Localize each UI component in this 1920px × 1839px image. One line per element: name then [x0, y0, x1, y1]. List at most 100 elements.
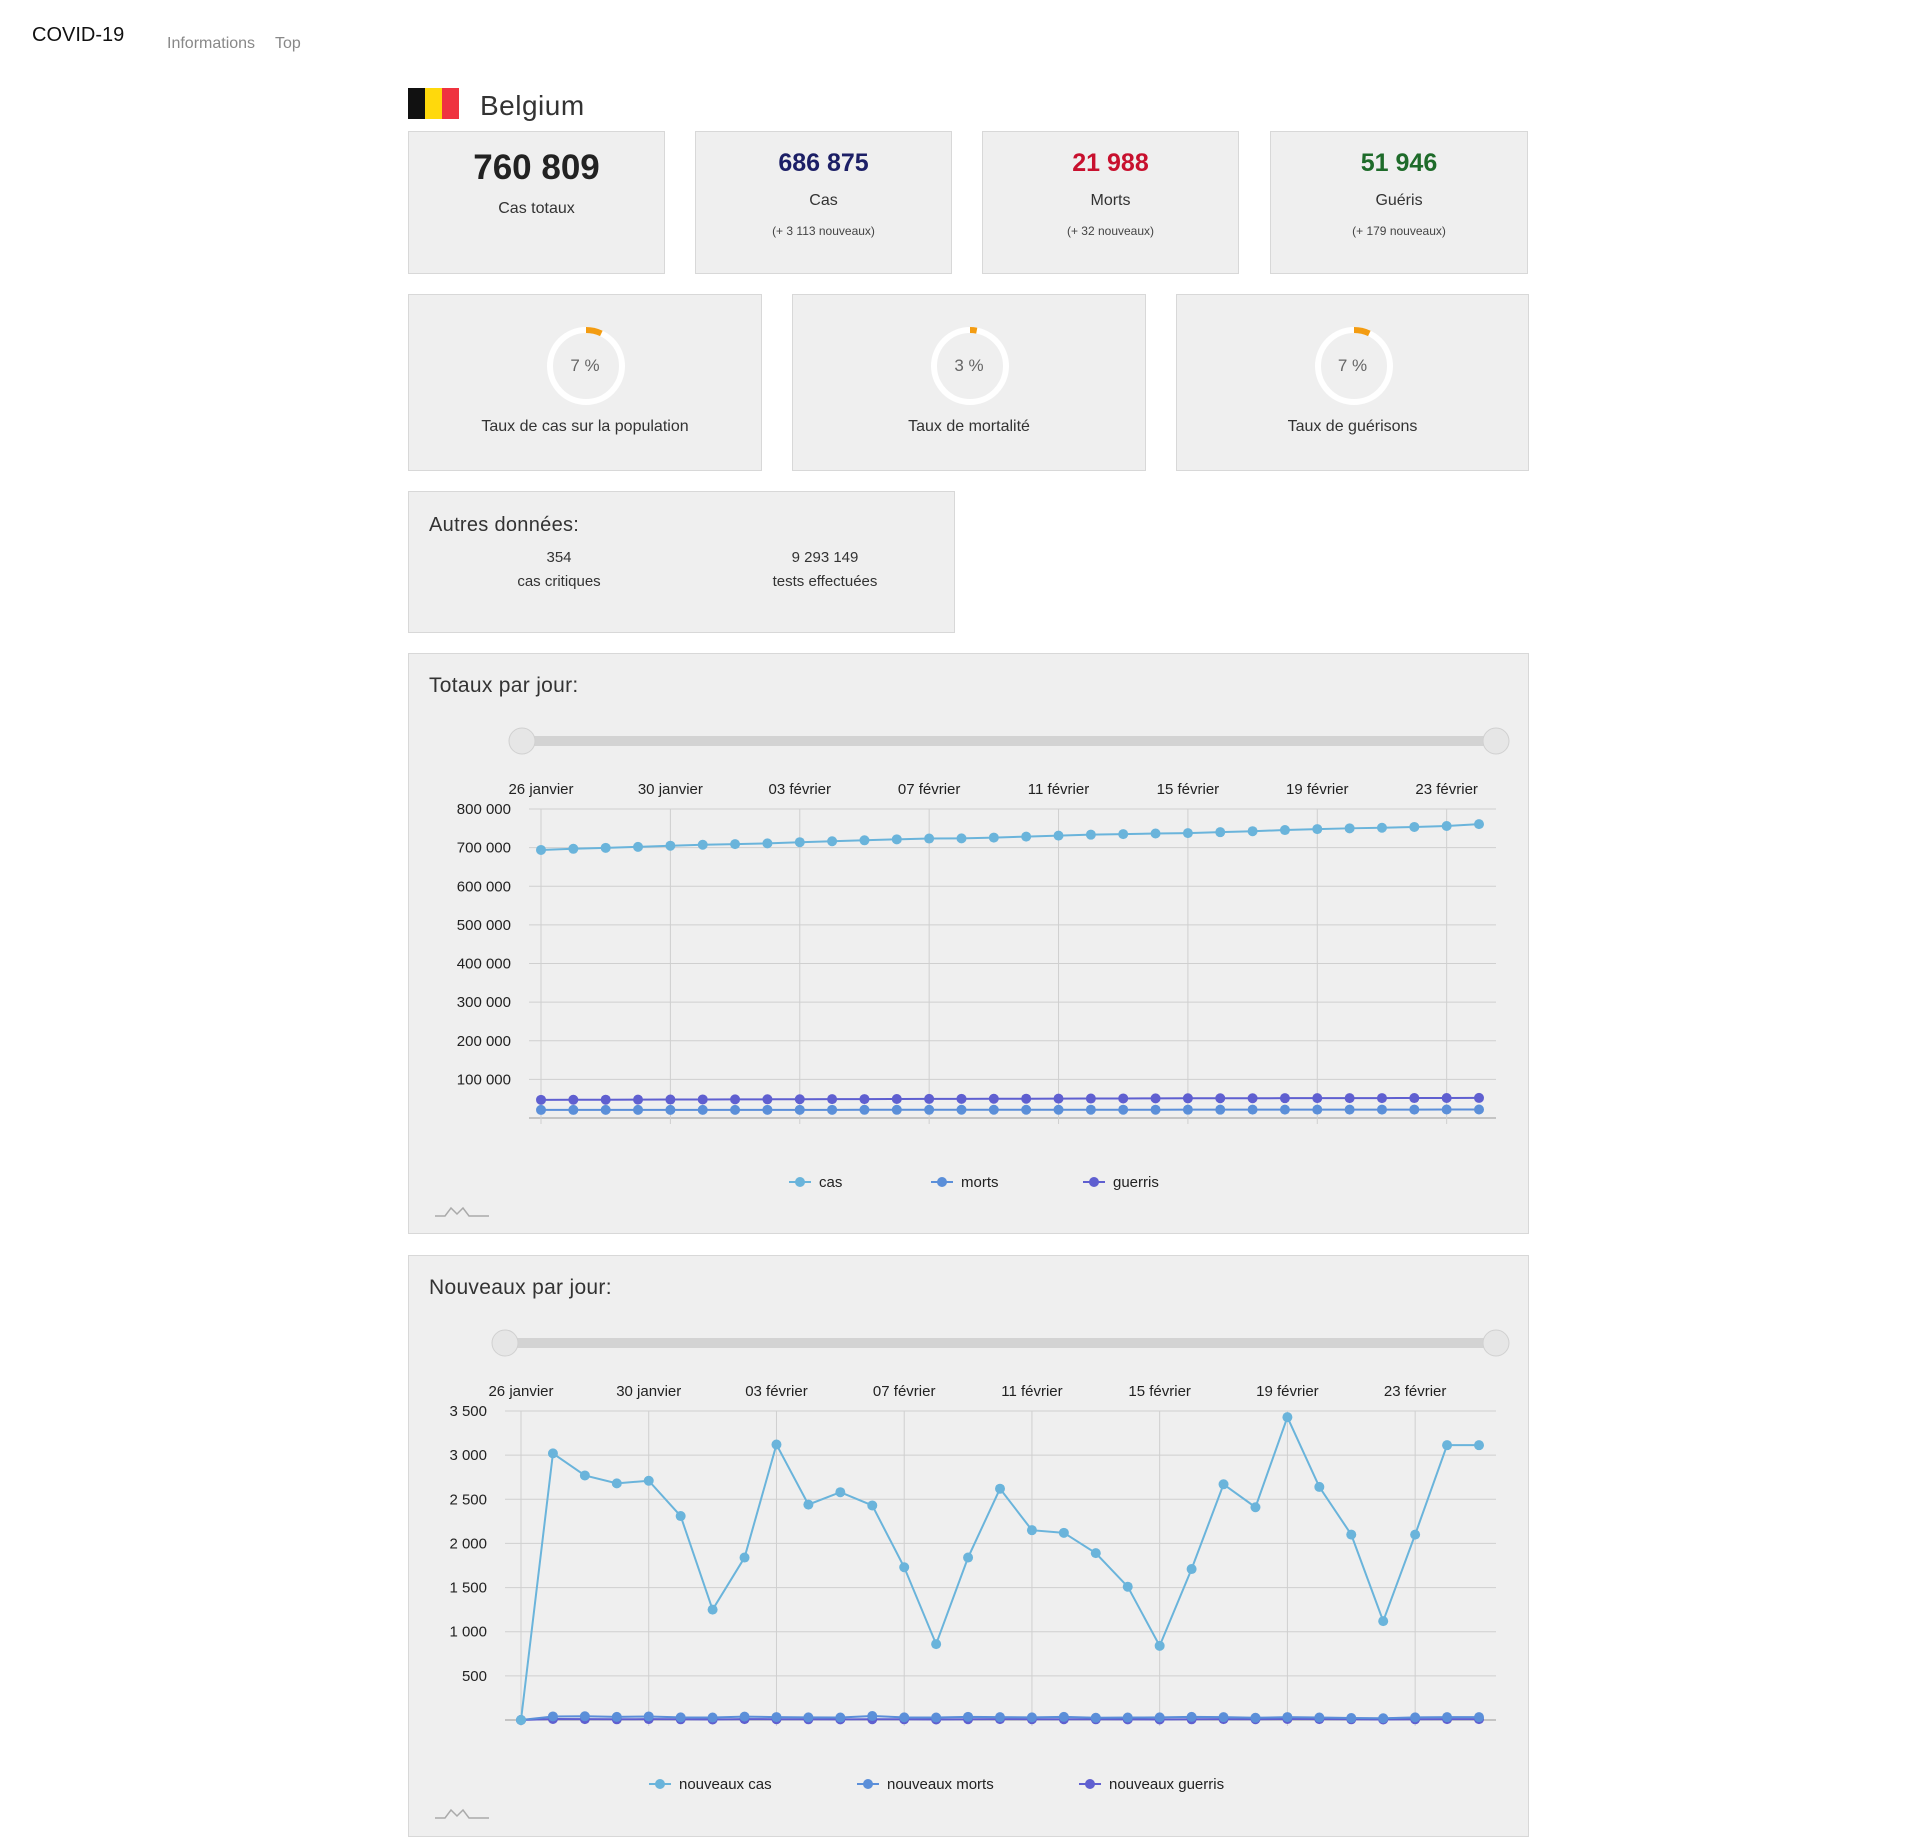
- data-point: [988, 1093, 999, 1104]
- data-point: [1279, 825, 1290, 836]
- data-point: [707, 1604, 718, 1615]
- cases-label: Cas: [809, 192, 838, 209]
- data-point: [762, 838, 773, 849]
- x-tick-label: 07 février: [898, 781, 961, 798]
- other-data-title: Autres données:: [429, 514, 580, 536]
- data-point: [771, 1712, 782, 1723]
- data-point: [931, 1639, 942, 1650]
- critical-cases-label: cas critiques: [517, 573, 601, 590]
- data-point: [827, 1104, 838, 1115]
- data-point: [675, 1712, 686, 1723]
- legend-label: nouveaux guerris: [1109, 1776, 1224, 1793]
- chart-overview-icon: [435, 1206, 489, 1217]
- x-tick-label: 03 février: [745, 1383, 808, 1400]
- cases-card: 686 875 Cas (+ 3 113 nouveaux): [695, 131, 952, 274]
- legend-swatch-marker: [863, 1779, 873, 1789]
- y-tick-label: 100 000: [457, 1071, 511, 1088]
- data-point: [859, 1094, 870, 1105]
- data-point: [1085, 829, 1096, 840]
- x-tick-label: 30 janvier: [616, 1383, 681, 1400]
- data-point: [891, 1104, 902, 1115]
- data-point: [1182, 1093, 1193, 1104]
- cases-new: (+ 3 113 nouveaux): [772, 224, 875, 238]
- total-cases-value: 760 809: [473, 148, 600, 187]
- deaths-new: (+ 32 nouveaux): [1066, 224, 1155, 238]
- data-point: [1344, 823, 1355, 834]
- data-point: [1186, 1711, 1197, 1722]
- tests-label: tests effectuées: [772, 573, 878, 590]
- nav-link-informations[interactable]: Informations: [167, 35, 255, 53]
- data-point: [1118, 1093, 1129, 1104]
- data-point: [995, 1483, 1005, 1494]
- mortality-rate-card: 3 % Taux de mortalité: [792, 294, 1146, 471]
- x-tick-label: 23 février: [1384, 1383, 1447, 1400]
- data-point: [988, 832, 999, 843]
- data-point: [675, 1511, 686, 1522]
- data-point: [1279, 1093, 1290, 1104]
- data-point: [1312, 1093, 1323, 1104]
- data-point: [665, 1104, 676, 1115]
- data-point: [1378, 1616, 1389, 1627]
- data-point: [956, 1104, 967, 1115]
- x-tick-label: 03 février: [768, 781, 831, 798]
- legend-item[interactable]: nouveaux cas: [649, 1776, 772, 1793]
- y-tick-label: 1 000: [449, 1624, 487, 1641]
- data-point: [739, 1552, 750, 1563]
- data-point: [633, 841, 644, 852]
- recovered-label: Guéris: [1375, 192, 1423, 209]
- tests-value: 9 293 149: [791, 549, 859, 566]
- flag-stripe-yellow: [425, 88, 442, 119]
- data-point: [771, 1439, 782, 1450]
- nav-link-top[interactable]: Top: [275, 35, 301, 53]
- data-point: [1314, 1712, 1325, 1723]
- legend-item[interactable]: nouveaux guerris: [1079, 1776, 1224, 1793]
- data-point: [1376, 1093, 1387, 1104]
- data-point: [1085, 1093, 1096, 1104]
- new-chart: 500 1 000 1 500 2 000 2 500 3 000 3 50026 janv…: [435, 1329, 1510, 1819]
- recovered-card: 51 946 Guéris (+ 179 nouveaux): [1270, 131, 1528, 274]
- legend-item[interactable]: cas: [789, 1174, 842, 1191]
- data-point: [1312, 1104, 1323, 1115]
- data-point: [1410, 1712, 1421, 1723]
- data-point: [956, 833, 967, 844]
- data-point: [1021, 1093, 1032, 1104]
- data-point: [536, 844, 546, 855]
- data-point: [1247, 1093, 1258, 1104]
- data-point: [1085, 1104, 1096, 1115]
- data-point: [1182, 828, 1193, 839]
- data-point: [1053, 1093, 1064, 1104]
- legend-label: nouveaux morts: [887, 1776, 994, 1793]
- data-point: [1409, 1093, 1420, 1104]
- range-slider-handle-end: [1482, 1329, 1510, 1357]
- navbar-brand[interactable]: COVID-19: [32, 24, 124, 47]
- data-point: [707, 1712, 718, 1723]
- legend-item[interactable]: morts: [931, 1174, 999, 1191]
- legend-swatch-marker: [1089, 1177, 1099, 1187]
- data-point: [1215, 1093, 1226, 1104]
- data-point: [1344, 1093, 1355, 1104]
- data-point: [1409, 1104, 1420, 1115]
- deaths-label: Morts: [1090, 192, 1131, 209]
- totals-chart: 100 000 200 000 300 000 400 000 500 000 600 0…: [435, 727, 1510, 1217]
- data-point: [1058, 1527, 1069, 1538]
- data-point: [1247, 826, 1258, 837]
- data-point: [739, 1711, 750, 1722]
- data-point: [1053, 830, 1064, 841]
- data-point: [1346, 1713, 1357, 1724]
- legend-item[interactable]: nouveaux morts: [857, 1776, 994, 1793]
- data-point: [1154, 1712, 1165, 1723]
- data-point: [643, 1475, 654, 1486]
- legend-item[interactable]: guerris: [1083, 1174, 1159, 1191]
- data-point: [859, 835, 870, 846]
- data-point: [1053, 1104, 1064, 1115]
- legend-swatch-marker: [937, 1177, 947, 1187]
- y-tick-label: 2 000: [449, 1535, 487, 1552]
- data-point: [665, 1094, 676, 1105]
- data-point: [1090, 1548, 1101, 1559]
- data-point: [1282, 1412, 1293, 1423]
- series-line-guerris: [540, 1096, 1480, 1101]
- mortality-rate-value: 3 %: [954, 356, 984, 375]
- flag-stripe-red: [442, 88, 459, 119]
- navbar: COVID-19 Informations Top: [0, 0, 1920, 80]
- population-rate-card: 7 % Taux de cas sur la population: [408, 294, 762, 471]
